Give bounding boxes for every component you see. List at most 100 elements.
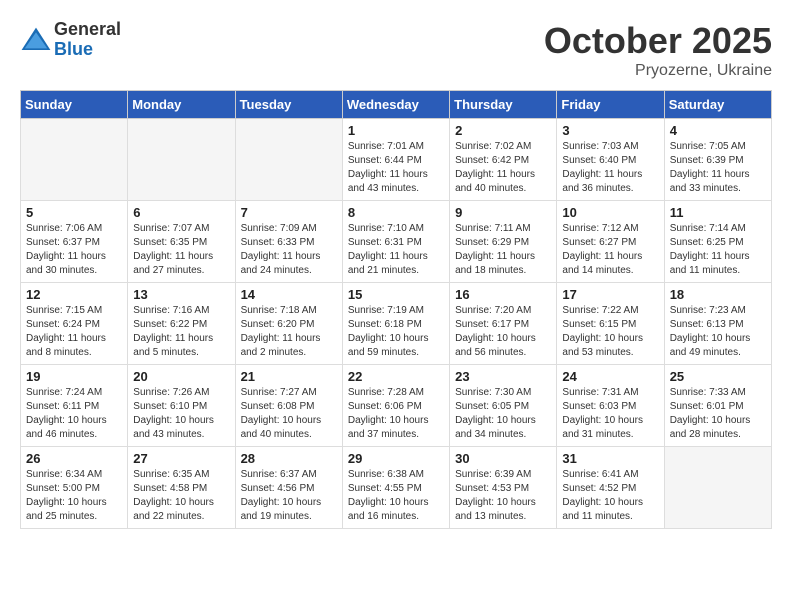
day-info: Sunrise: 7:30 AMSunset: 6:05 PMDaylight:… (455, 386, 551, 442)
day-number: 31 (562, 451, 658, 466)
day-info: Sunrise: 7:20 AMSunset: 6:17 PMDaylight:… (455, 304, 551, 360)
day-info: Sunrise: 7:14 AMSunset: 6:25 PMDaylight:… (670, 222, 766, 278)
sunrise-text: Sunrise: 7:22 AM (562, 304, 658, 318)
sunset-text: Sunset: 6:13 PM (670, 318, 766, 332)
sunset-text: Sunset: 6:25 PM (670, 236, 766, 250)
day-info: Sunrise: 7:03 AMSunset: 6:40 PMDaylight:… (562, 140, 658, 196)
calendar-cell: 3 Sunrise: 7:03 AMSunset: 6:40 PMDaylight… (557, 119, 664, 201)
sunrise-text: Sunrise: 7:11 AM (455, 222, 551, 236)
calendar-cell: 23 Sunrise: 7:30 AMSunset: 6:05 PMDayligh… (450, 365, 557, 447)
calendar-week-row: 5Sunrise: 7:06 AMSunset: 6:37 PMDaylight… (21, 201, 772, 283)
sunset-text: Sunset: 6:18 PM (348, 318, 444, 332)
day-info: Sunrise: 7:28 AMSunset: 6:06 PMDaylight:… (348, 386, 444, 442)
sunrise-text: Sunrise: 7:20 AM (455, 304, 551, 318)
sunrise-text: Sunrise: 7:24 AM (26, 386, 122, 400)
sunset-text: Sunset: 6:37 PM (26, 236, 122, 250)
daylight-text: Daylight: 10 hours and 43 minutes. (133, 414, 229, 442)
day-info: Sunrise: 7:02 AMSunset: 6:42 PMDaylight:… (455, 140, 551, 196)
day-number: 23 (455, 369, 551, 384)
day-number: 8 (348, 205, 444, 220)
day-number: 28 (241, 451, 337, 466)
day-info: Sunrise: 6:39 AMSunset: 4:53 PMDaylight:… (455, 468, 551, 524)
calendar-cell: 22Sunrise: 7:28 AMSunset: 6:06 PMDayligh… (342, 365, 449, 447)
day-info: Sunrise: 7:06 AMSunset: 6:37 PMDaylight:… (26, 222, 122, 278)
calendar-table: SundayMondayTuesdayWednesdayThursdayFrid… (20, 90, 772, 529)
month-title: October 2025 (544, 20, 772, 62)
day-info: Sunrise: 7:09 AMSunset: 6:33 PMDaylight:… (241, 222, 337, 278)
sunset-text: Sunset: 5:00 PM (26, 482, 122, 496)
sunrise-text: Sunrise: 7:05 AM (670, 140, 766, 154)
daylight-text: Daylight: 10 hours and 11 minutes. (562, 496, 658, 524)
calendar-cell: 29 Sunrise: 6:38 AMSunset: 4:55 PMDayligh… (342, 447, 449, 529)
calendar-cell: 19Sunrise: 7:24 AMSunset: 6:11 PMDayligh… (21, 365, 128, 447)
daylight-text: Daylight: 11 hours and 8 minutes. (26, 332, 122, 360)
day-number: 15 (348, 287, 444, 302)
day-number: 29 (348, 451, 444, 466)
day-number: 6 (133, 205, 229, 220)
sunrise-text: Sunrise: 7:18 AM (241, 304, 337, 318)
calendar-cell: 17Sunrise: 7:22 AMSunset: 6:15 PMDayligh… (557, 283, 664, 365)
sunrise-text: Sunrise: 7:27 AM (241, 386, 337, 400)
day-info: Sunrise: 7:26 AMSunset: 6:10 PMDaylight:… (133, 386, 229, 442)
day-info: Sunrise: 7:05 AMSunset: 6:39 PMDaylight:… (670, 140, 766, 196)
daylight-text: Daylight: 11 hours and 5 minutes. (133, 332, 229, 360)
calendar-week-row: 26Sunrise: 6:34 AMSunset: 5:00 PMDayligh… (21, 447, 772, 529)
day-info: Sunrise: 7:23 AMSunset: 6:13 PMDaylight:… (670, 304, 766, 360)
sunrise-text: Sunrise: 7:26 AM (133, 386, 229, 400)
sunset-text: Sunset: 6:33 PM (241, 236, 337, 250)
day-number: 21 (241, 369, 337, 384)
day-info: Sunrise: 6:35 AMSunset: 4:58 PMDaylight:… (133, 468, 229, 524)
daylight-text: Daylight: 10 hours and 34 minutes. (455, 414, 551, 442)
calendar-cell: 25Sunrise: 7:33 AMSunset: 6:01 PMDayligh… (664, 365, 771, 447)
sunset-text: Sunset: 6:40 PM (562, 154, 658, 168)
calendar-cell: 30Sunrise: 6:39 AMSunset: 4:53 PMDayligh… (450, 447, 557, 529)
calendar-week-row: 19Sunrise: 7:24 AMSunset: 6:11 PMDayligh… (21, 365, 772, 447)
sunrise-text: Sunrise: 7:10 AM (348, 222, 444, 236)
daylight-text: Daylight: 10 hours and 28 minutes. (670, 414, 766, 442)
sunrise-text: Sunrise: 7:02 AM (455, 140, 551, 154)
sunrise-text: Sunrise: 7:15 AM (26, 304, 122, 318)
calendar-cell (21, 119, 128, 201)
sunrise-text: Sunrise: 7:16 AM (133, 304, 229, 318)
calendar-cell: 27Sunrise: 6:35 AMSunset: 4:58 PMDayligh… (128, 447, 235, 529)
calendar-cell: 9Sunrise: 7:11 AMSunset: 6:29 PMDaylight… (450, 201, 557, 283)
sunset-text: Sunset: 6:29 PM (455, 236, 551, 250)
location: Pryozerne, Ukraine (544, 62, 772, 80)
sunset-text: Sunset: 6:17 PM (455, 318, 551, 332)
sunset-text: Sunset: 4:58 PM (133, 482, 229, 496)
day-info: Sunrise: 7:01 AMSunset: 6:44 PMDaylight:… (348, 140, 444, 196)
header: General Blue October 2025 Pryozerne, Ukr… (20, 20, 772, 80)
logo-blue-label: Blue (54, 40, 121, 60)
sunset-text: Sunset: 6:20 PM (241, 318, 337, 332)
daylight-text: Daylight: 10 hours and 19 minutes. (241, 496, 337, 524)
calendar-cell: 8Sunrise: 7:10 AMSunset: 6:31 PMDaylight… (342, 201, 449, 283)
sunset-text: Sunset: 6:10 PM (133, 400, 229, 414)
sunrise-text: Sunrise: 7:14 AM (670, 222, 766, 236)
calendar-cell: 15Sunrise: 7:19 AMSunset: 6:18 PMDayligh… (342, 283, 449, 365)
day-info: Sunrise: 7:18 AMSunset: 6:20 PMDaylight:… (241, 304, 337, 360)
day-number: 17 (562, 287, 658, 302)
day-info: Sunrise: 7:15 AMSunset: 6:24 PMDaylight:… (26, 304, 122, 360)
calendar-cell: 4 Sunrise: 7:05 AMSunset: 6:39 PMDaylight… (664, 119, 771, 201)
day-info: Sunrise: 6:41 AMSunset: 4:52 PMDaylight:… (562, 468, 658, 524)
sunset-text: Sunset: 6:11 PM (26, 400, 122, 414)
calendar-week-row: 1Sunrise: 7:01 AMSunset: 6:44 PMDaylight… (21, 119, 772, 201)
daylight-text: Daylight: 11 hours and 11 minutes. (670, 250, 766, 278)
daylight-text: Daylight: 10 hours and 13 minutes. (455, 496, 551, 524)
sunset-text: Sunset: 6:42 PM (455, 154, 551, 168)
sunset-text: Sunset: 4:56 PM (241, 482, 337, 496)
calendar-cell: 6Sunrise: 7:07 AMSunset: 6:35 PMDaylight… (128, 201, 235, 283)
sunset-text: Sunset: 6:31 PM (348, 236, 444, 250)
daylight-text: Daylight: 10 hours and 22 minutes. (133, 496, 229, 524)
day-number: 18 (670, 287, 766, 302)
sunset-text: Sunset: 6:08 PM (241, 400, 337, 414)
day-number: 4 (670, 123, 766, 138)
calendar-cell: 14Sunrise: 7:18 AMSunset: 6:20 PMDayligh… (235, 283, 342, 365)
calendar-cell: 16Sunrise: 7:20 AMSunset: 6:17 PMDayligh… (450, 283, 557, 365)
sunrise-text: Sunrise: 7:31 AM (562, 386, 658, 400)
day-number: 3 (562, 123, 658, 138)
day-info: Sunrise: 7:31 AMSunset: 6:03 PMDaylight:… (562, 386, 658, 442)
logo-general-label: General (54, 20, 121, 40)
sunrise-text: Sunrise: 7:19 AM (348, 304, 444, 318)
day-info: Sunrise: 6:38 AMSunset: 4:55 PMDaylight:… (348, 468, 444, 524)
